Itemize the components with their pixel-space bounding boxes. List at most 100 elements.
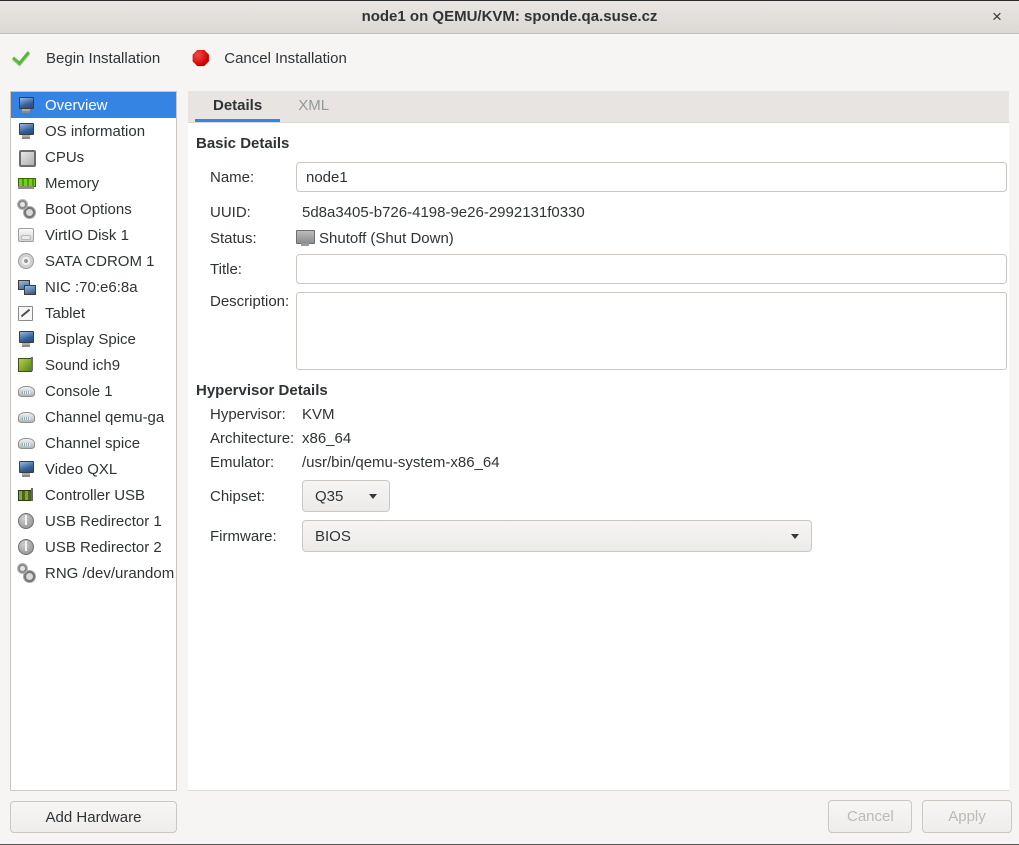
chevron-down-icon bbox=[791, 534, 799, 539]
sidebar-item-memory[interactable]: Memory bbox=[11, 170, 176, 196]
description-label: Description: bbox=[210, 292, 296, 312]
architecture-label: Architecture: bbox=[210, 430, 296, 447]
sidebar-item-label: SATA CDROM 1 bbox=[45, 253, 154, 270]
tablet-icon bbox=[17, 304, 36, 322]
uuid-label: UUID: bbox=[210, 204, 296, 221]
sidebar-item-sata-cdrom-1[interactable]: SATA CDROM 1 bbox=[11, 248, 176, 274]
sidebar-item-label: Tablet bbox=[45, 305, 85, 322]
title-label: Title: bbox=[210, 261, 296, 278]
chipset-label: Chipset: bbox=[210, 488, 296, 505]
description-textarea[interactable] bbox=[296, 292, 1007, 370]
apply-button[interactable]: Apply bbox=[922, 800, 1012, 833]
red-stop-icon bbox=[192, 50, 209, 67]
uuid-value: 5d8a3405-b726-4198-9e26-2992131f0330 bbox=[302, 204, 585, 221]
cpu-icon bbox=[17, 148, 36, 166]
footer-actions: Cancel Apply bbox=[828, 800, 1012, 833]
sidebar-item-label: Controller USB bbox=[45, 487, 145, 504]
controller-icon bbox=[17, 486, 36, 504]
green-check-icon bbox=[11, 48, 31, 68]
tab-details[interactable]: Details bbox=[195, 91, 280, 122]
gears-icon bbox=[17, 564, 36, 582]
disk-icon bbox=[17, 226, 36, 244]
titlebar: node1 on QEMU/KVM: sponde.qa.suse.cz × bbox=[0, 1, 1019, 34]
sidebar-item-label: VirtIO Disk 1 bbox=[45, 227, 129, 244]
sidebar-item-usb-redirector-2[interactable]: USB Redirector 2 bbox=[11, 534, 176, 560]
sidebar-item-label: Display Spice bbox=[45, 331, 136, 348]
sidebar-item-label: USB Redirector 2 bbox=[45, 539, 162, 556]
display-icon bbox=[17, 330, 36, 348]
vm-details-window: node1 on QEMU/KVM: sponde.qa.suse.cz × B… bbox=[0, 0, 1019, 845]
begin-installation-label: Begin Installation bbox=[46, 50, 160, 67]
cancel-installation-label: Cancel Installation bbox=[224, 50, 347, 67]
sidebar-item-label: USB Redirector 1 bbox=[45, 513, 162, 530]
serial-icon bbox=[17, 382, 36, 400]
sidebar-item-label: Channel spice bbox=[45, 435, 140, 452]
name-label: Name: bbox=[210, 169, 296, 186]
sidebar-item-cpus[interactable]: CPUs bbox=[11, 144, 176, 170]
serial-icon bbox=[17, 408, 36, 426]
sound-icon bbox=[17, 356, 36, 374]
sidebar-item-label: Console 1 bbox=[45, 383, 113, 400]
cancel-installation-button[interactable]: Cancel Installation bbox=[192, 50, 347, 67]
sidebar-item-sound-ich9[interactable]: Sound ich9 bbox=[11, 352, 176, 378]
sidebar-item-label: Memory bbox=[45, 175, 99, 192]
chipset-value: Q35 bbox=[315, 488, 343, 505]
tab-xml[interactable]: XML bbox=[280, 91, 347, 122]
cdrom-icon bbox=[17, 252, 36, 270]
window-title: node1 on QEMU/KVM: sponde.qa.suse.cz bbox=[362, 8, 658, 25]
sidebar-item-rng-dev-urandom[interactable]: RNG /dev/urandom bbox=[11, 560, 176, 586]
sidebar-item-os-information[interactable]: OS information bbox=[11, 118, 176, 144]
usb-icon bbox=[17, 512, 36, 530]
name-input[interactable] bbox=[296, 162, 1007, 192]
architecture-value: x86_64 bbox=[302, 430, 351, 447]
sidebar-item-virtio-disk-1[interactable]: VirtIO Disk 1 bbox=[11, 222, 176, 248]
sidebar-item-usb-redirector-1[interactable]: USB Redirector 1 bbox=[11, 508, 176, 534]
sidebar-item-label: Boot Options bbox=[45, 201, 132, 218]
monitor-off-icon bbox=[296, 229, 315, 247]
sidebar-item-display-spice[interactable]: Display Spice bbox=[11, 326, 176, 352]
details-pane: Details XML Basic Details Name: UUID: 5d… bbox=[188, 91, 1009, 791]
display-icon bbox=[17, 460, 36, 478]
computer-icon bbox=[17, 122, 36, 140]
toolbar: Begin Installation Cancel Installation bbox=[0, 35, 1019, 81]
computer-icon bbox=[17, 96, 36, 114]
sidebar-item-tablet[interactable]: Tablet bbox=[11, 300, 176, 326]
sidebar-item-label: Video QXL bbox=[45, 461, 117, 478]
close-icon[interactable]: × bbox=[981, 1, 1013, 33]
tab-bar: Details XML bbox=[188, 91, 1009, 123]
sidebar-item-console-1[interactable]: Console 1 bbox=[11, 378, 176, 404]
sidebar-item-label: OS information bbox=[45, 123, 145, 140]
begin-installation-button[interactable]: Begin Installation bbox=[11, 48, 160, 68]
hypervisor-value: KVM bbox=[302, 406, 335, 423]
status-value: Shutoff (Shut Down) bbox=[319, 230, 454, 247]
sidebar-item-channel-spice[interactable]: Channel spice bbox=[11, 430, 176, 456]
emulator-label: Emulator: bbox=[210, 454, 296, 471]
sidebar-item-overview[interactable]: Overview bbox=[11, 92, 176, 118]
cancel-button[interactable]: Cancel bbox=[828, 800, 912, 833]
sidebar-item-boot-options[interactable]: Boot Options bbox=[11, 196, 176, 222]
hypervisor-details-heading: Hypervisor Details bbox=[196, 382, 1009, 399]
hypervisor-label: Hypervisor: bbox=[210, 406, 296, 423]
sidebar-item-label: Channel qemu-ga bbox=[45, 409, 164, 426]
gears-icon bbox=[17, 200, 36, 218]
sidebar-item-label: Overview bbox=[45, 97, 108, 114]
network-icon bbox=[17, 278, 36, 296]
hardware-list: Overview OS information CPUs Memory Boot… bbox=[10, 91, 177, 791]
sidebar-item-label: CPUs bbox=[45, 149, 84, 166]
basic-details-heading: Basic Details bbox=[196, 135, 1009, 152]
firmware-dropdown[interactable]: BIOS bbox=[302, 520, 812, 552]
chevron-down-icon bbox=[369, 494, 377, 499]
firmware-value: BIOS bbox=[315, 528, 351, 545]
firmware-label: Firmware: bbox=[210, 528, 296, 545]
add-hardware-button[interactable]: Add Hardware bbox=[10, 801, 177, 833]
sidebar-item-channel-qemu-ga[interactable]: Channel qemu-ga bbox=[11, 404, 176, 430]
title-input[interactable] bbox=[296, 254, 1007, 284]
chipset-dropdown[interactable]: Q35 bbox=[302, 480, 390, 512]
serial-icon bbox=[17, 434, 36, 452]
sidebar-item-label: NIC :70:e6:8a bbox=[45, 279, 138, 296]
sidebar-item-controller-usb[interactable]: Controller USB bbox=[11, 482, 176, 508]
sidebar-item-nic-70-e6-8a[interactable]: NIC :70:e6:8a bbox=[11, 274, 176, 300]
sidebar-item-video-qxl[interactable]: Video QXL bbox=[11, 456, 176, 482]
emulator-value: /usr/bin/qemu-system-x86_64 bbox=[302, 454, 500, 471]
sidebar-item-label: RNG /dev/urandom bbox=[45, 565, 174, 582]
